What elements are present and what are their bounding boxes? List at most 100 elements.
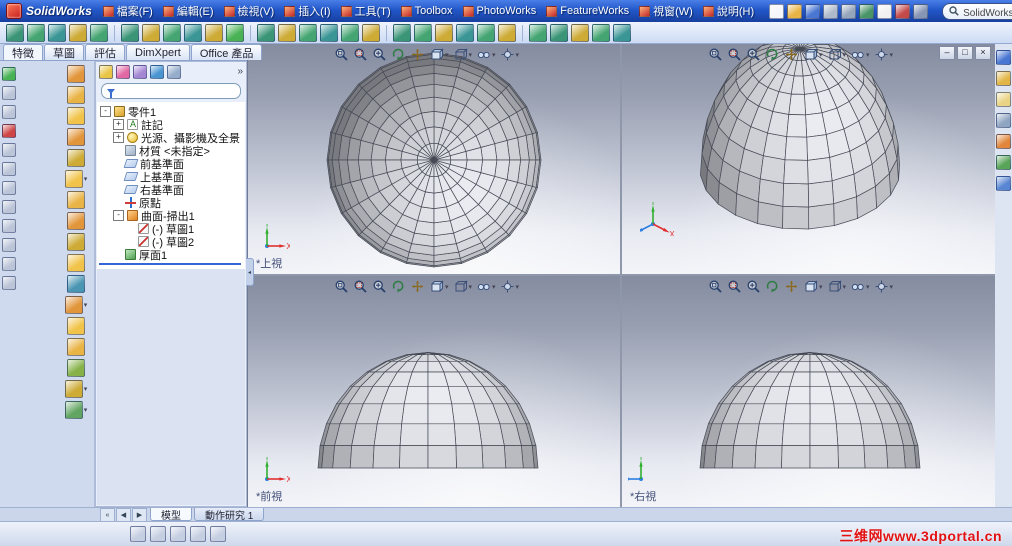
box-icon[interactable] xyxy=(1,238,16,252)
arc-icon[interactable] xyxy=(393,23,411,42)
line-icon[interactable] xyxy=(341,23,359,42)
mirror-tool[interactable] xyxy=(67,317,85,335)
draft-tool[interactable] xyxy=(67,254,85,272)
open-icon[interactable] xyxy=(27,23,45,42)
view-settings-icon[interactable]: ▾ xyxy=(874,47,893,62)
tab-features[interactable]: 特徵 xyxy=(3,44,43,60)
fillet-icon[interactable] xyxy=(571,23,589,42)
hide-show-items-icon[interactable]: ▾ xyxy=(476,279,496,294)
tab-evaluate[interactable]: 評估 xyxy=(85,44,125,60)
tree-filter-input[interactable] xyxy=(101,83,241,99)
tree-item-sketch2[interactable]: (-) 草圖2 xyxy=(97,235,245,249)
dome-tool[interactable] xyxy=(67,338,85,356)
pattern-tool[interactable]: ▾ xyxy=(64,296,87,314)
display-style-icon[interactable]: ▾ xyxy=(453,47,472,62)
menu-view[interactable]: 檢視(V) xyxy=(219,0,280,22)
record-icon[interactable] xyxy=(1,124,16,138)
featuremanager-design-tree-icon[interactable] xyxy=(99,64,113,79)
close-button[interactable]: × xyxy=(975,46,991,60)
rotate-view-icon[interactable] xyxy=(765,279,780,294)
doc-tab-motion-study-1[interactable]: 動作研究 1 xyxy=(194,508,265,522)
zoom-to-fit-icon[interactable] xyxy=(708,279,723,294)
zoom-to-area-icon[interactable] xyxy=(353,279,368,294)
model-view-top[interactable] xyxy=(248,44,620,274)
propertymanager-icon[interactable] xyxy=(116,64,130,79)
save-icon[interactable] xyxy=(48,23,66,42)
model-view-front[interactable] xyxy=(248,276,620,507)
trim-icon[interactable] xyxy=(435,23,453,42)
file-explorer-icon[interactable] xyxy=(996,92,1011,107)
expander-minus-icon[interactable]: - xyxy=(113,210,124,221)
hide-show-items-icon[interactable]: ▾ xyxy=(850,47,870,62)
zoom-to-area-icon[interactable] xyxy=(727,279,742,294)
print-icon[interactable] xyxy=(823,3,839,19)
menu-featureworks[interactable]: FeatureWorks xyxy=(541,0,634,22)
tab-dimxpert[interactable]: DimXpert xyxy=(126,44,190,60)
search-box[interactable]: SolidWorks 搜尋 ▾ xyxy=(942,2,1012,20)
revolve-icon[interactable] xyxy=(498,23,516,42)
print-icon[interactable] xyxy=(69,23,87,42)
zoom-to-area-icon[interactable] xyxy=(727,47,742,62)
tab-office-products[interactable]: Office 產品 xyxy=(190,44,263,60)
tree-item-right-plane[interactable]: 右基準面 xyxy=(97,183,245,197)
menu-tools[interactable]: 工具(T) xyxy=(336,0,396,22)
display-pane-icon[interactable] xyxy=(167,64,181,79)
new-document-icon[interactable] xyxy=(769,3,785,19)
model-view-right[interactable] xyxy=(622,276,995,507)
view-settings-icon[interactable]: ▾ xyxy=(874,279,893,294)
viewport-front[interactable]: ▾ ▾ ▾ ▾ X Y *前視 xyxy=(248,276,620,507)
circle-icon[interactable] xyxy=(362,23,380,42)
rotate-view-icon[interactable] xyxy=(391,47,406,62)
rotate-view-icon[interactable] xyxy=(391,279,406,294)
paste-icon[interactable] xyxy=(205,23,223,42)
shell-tool[interactable] xyxy=(67,212,85,230)
chart-icon[interactable] xyxy=(1,257,16,271)
pan-icon[interactable] xyxy=(410,279,425,294)
extrude-boss-icon[interactable] xyxy=(456,23,474,42)
extrude-tool[interactable] xyxy=(67,65,85,83)
standard-views-icon[interactable]: ▾ xyxy=(803,47,823,62)
stop-icon[interactable] xyxy=(1,86,16,100)
restore-button[interactable]: □ xyxy=(957,46,973,60)
redo-icon[interactable] xyxy=(142,23,160,42)
save-icon[interactable] xyxy=(805,3,821,19)
hole-wizard-tool[interactable] xyxy=(67,275,85,293)
tab-sketch[interactable]: 草圖 xyxy=(44,44,84,60)
reference-geometry-tool[interactable]: ▾ xyxy=(64,380,87,398)
list-icon[interactable] xyxy=(1,219,16,233)
standard-views-icon[interactable]: ▾ xyxy=(803,279,823,294)
select-icon[interactable] xyxy=(278,23,296,42)
expander-plus-icon[interactable]: + xyxy=(113,132,124,143)
pan-icon[interactable] xyxy=(784,279,799,294)
new-icon[interactable] xyxy=(6,23,24,42)
fillet-tool[interactable]: ▾ xyxy=(64,170,87,188)
expander-plus-icon[interactable]: + xyxy=(113,119,124,130)
scroll-first-button[interactable]: « xyxy=(100,508,115,522)
menu-toolbox[interactable]: Toolbox xyxy=(396,0,458,22)
scroll-prev-button[interactable]: ◀ xyxy=(116,508,131,522)
sweep-tool[interactable] xyxy=(67,107,85,125)
display-style-icon[interactable]: ▾ xyxy=(827,47,846,62)
select-pointer-icon[interactable] xyxy=(877,3,893,19)
sketch-icon[interactable] xyxy=(299,23,317,42)
zoom-to-fit-icon[interactable] xyxy=(334,47,349,62)
layers-icon[interactable] xyxy=(1,181,16,195)
table-icon[interactable] xyxy=(1,143,16,157)
solidworks-resources-icon[interactable] xyxy=(996,50,1011,65)
print-preview-icon[interactable] xyxy=(90,23,108,42)
zoom-in-out-icon[interactable] xyxy=(746,47,761,62)
appearances-scenes-icon[interactable] xyxy=(996,155,1011,170)
section-view-icon[interactable] xyxy=(190,526,206,542)
viewport-top[interactable]: ▾ ▾ ▾ ▾ X Y *上視 xyxy=(248,44,620,274)
rebuild-icon[interactable] xyxy=(895,3,911,19)
shell-icon[interactable] xyxy=(613,23,631,42)
menu-insert[interactable]: 插入(I) xyxy=(279,0,335,22)
chamfer-tool[interactable] xyxy=(67,191,85,209)
minimize-button[interactable]: – xyxy=(939,46,955,60)
rib-tool[interactable] xyxy=(67,233,85,251)
grid-icon[interactable] xyxy=(1,200,16,214)
configurationmanager-icon[interactable] xyxy=(133,64,147,79)
standard-views-icon[interactable]: ▾ xyxy=(429,47,449,62)
swept-boss-icon[interactable] xyxy=(529,23,547,42)
viewport-right[interactable]: ▾ ▾ ▾ ▾ ZY *右視 xyxy=(622,276,995,507)
